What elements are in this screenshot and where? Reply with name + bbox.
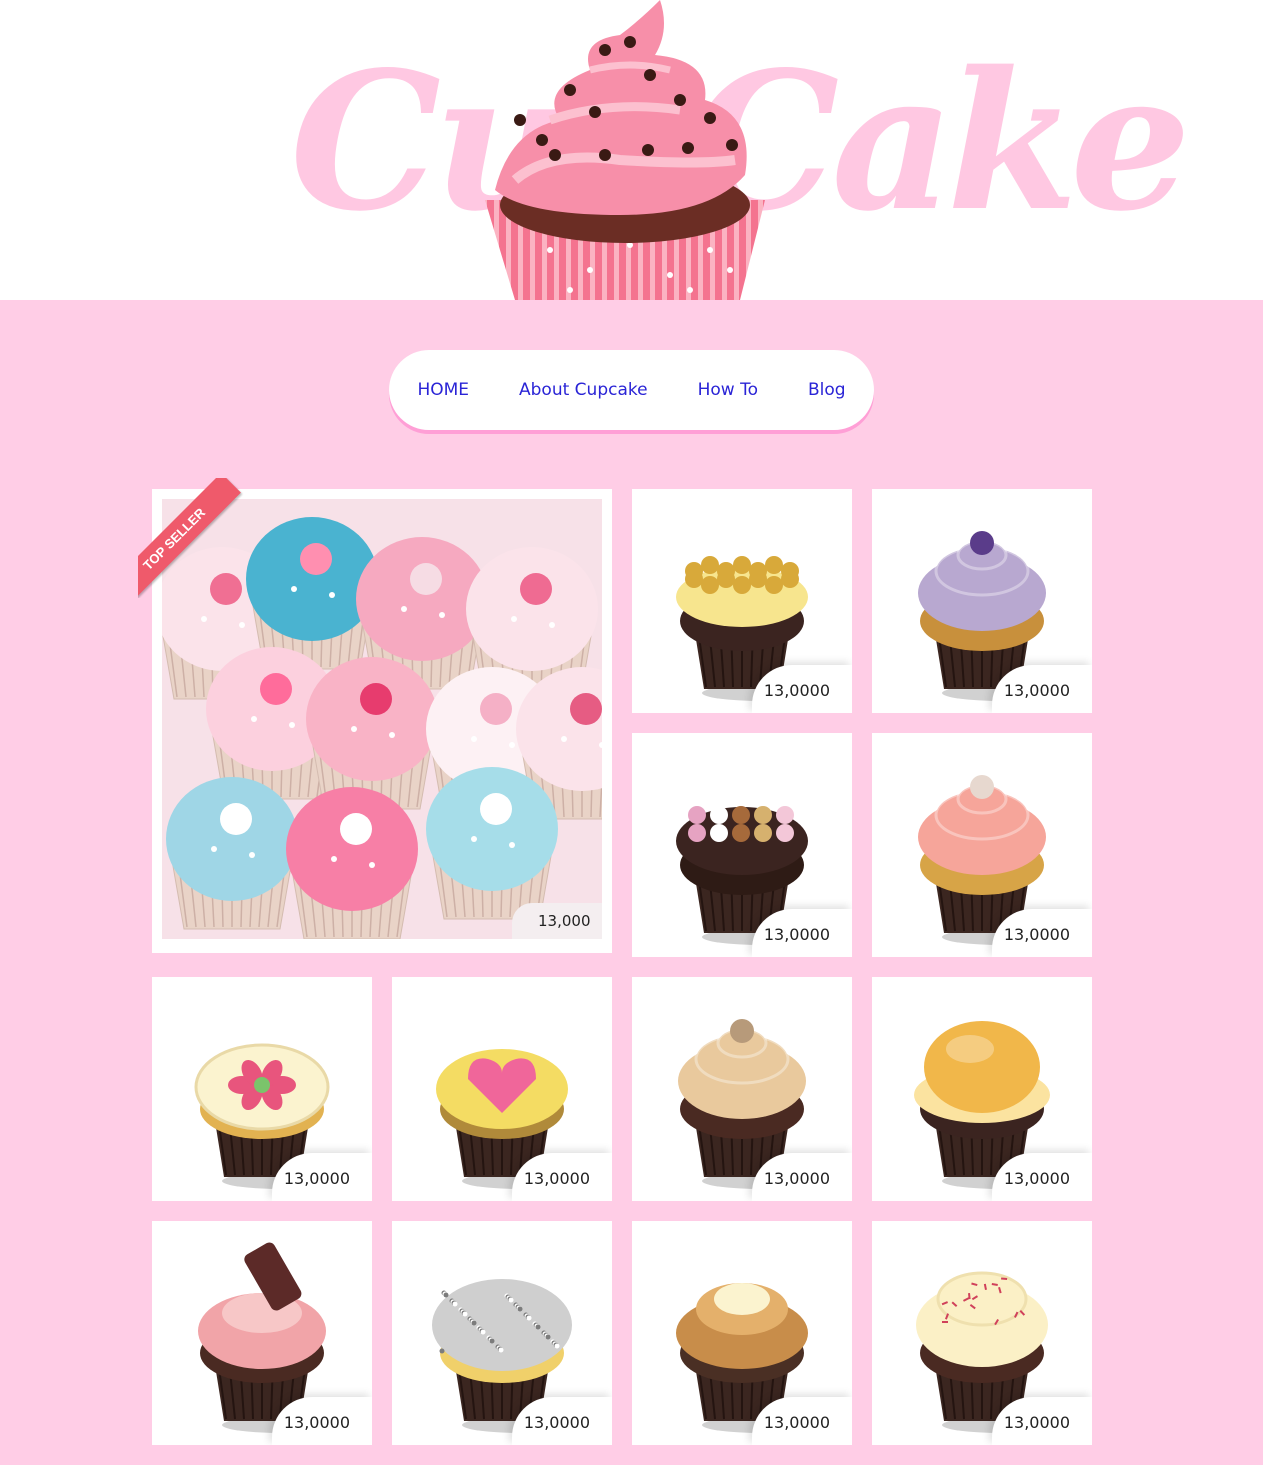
price-tag: 13,0000 (752, 1153, 852, 1201)
price-tag: 13,0000 (752, 665, 852, 713)
price-tag: 13,0000 (992, 1397, 1092, 1445)
product-card[interactable]: 13,0000 (632, 1221, 852, 1445)
price-tag: 13,0000 (512, 1153, 612, 1201)
product-card[interactable]: 13,0000 (152, 1221, 372, 1445)
product-card[interactable]: 13,0000 (152, 977, 372, 1201)
main-nav: HOME About Cupcake How To Blog (389, 350, 874, 430)
price-tag: 13,0000 (272, 1397, 372, 1445)
price-tag: 13,0000 (272, 1153, 372, 1201)
featured-price-tag: 13,000 (512, 903, 602, 939)
product-card[interactable]: 13,0000 (392, 977, 612, 1201)
product-card[interactable]: 13,0000 (872, 733, 1092, 957)
price-tag: 13,0000 (992, 1153, 1092, 1201)
product-card[interactable]: 13,0000 (632, 977, 852, 1201)
hero-cupcake-image (485, 0, 765, 300)
price-tag: 13,0000 (512, 1397, 612, 1445)
price-tag: 13,0000 (752, 1397, 852, 1445)
featured-product-card[interactable]: 13,000 (152, 489, 612, 953)
product-card[interactable]: 13,0000 (872, 977, 1092, 1201)
product-card[interactable]: 13,0000 (632, 489, 852, 713)
site-header: CupCake (0, 0, 1263, 300)
price-tag: 13,0000 (992, 665, 1092, 713)
nav-link-blog[interactable]: Blog (808, 380, 846, 400)
featured-cupcakes-image (162, 499, 602, 939)
nav-link-home[interactable]: HOME (417, 380, 469, 400)
nav-link-how-to[interactable]: How To (698, 380, 758, 400)
product-card[interactable]: 13,0000 (392, 1221, 612, 1445)
nav-link-about-cupcake[interactable]: About Cupcake (519, 380, 648, 400)
product-card[interactable]: 13,0000 (872, 1221, 1092, 1445)
product-card[interactable]: 13,0000 (632, 733, 852, 957)
price-tag: 13,0000 (992, 909, 1092, 957)
product-card[interactable]: 13,0000 (872, 489, 1092, 713)
featured-cupcakes-photo (162, 499, 602, 939)
price-tag: 13,0000 (752, 909, 852, 957)
